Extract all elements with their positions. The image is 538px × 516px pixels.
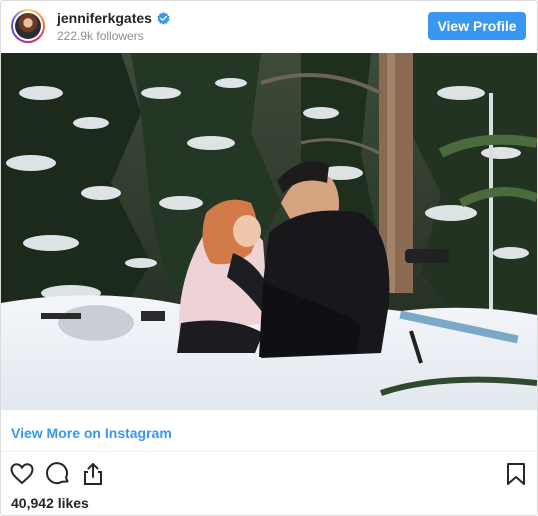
action-bar (1, 459, 537, 491)
post-image (1, 53, 537, 410)
username-row: jenniferkgates (57, 10, 170, 26)
heart-icon[interactable] (9, 461, 35, 487)
verified-badge-icon (157, 11, 170, 25)
instagram-embed: jenniferkgates 222.9k followers View Pro… (0, 0, 538, 516)
couple-in-snow-photo[interactable] (1, 53, 537, 410)
follower-count: 222.9k followers (57, 29, 144, 43)
comment-icon[interactable] (45, 461, 71, 487)
share-icon[interactable] (80, 461, 106, 487)
view-profile-button[interactable]: View Profile (428, 12, 526, 40)
avatar[interactable] (11, 9, 45, 43)
view-more-on-instagram-link[interactable]: View More on Instagram (11, 425, 172, 441)
post-header: jenniferkgates 222.9k followers View Pro… (1, 1, 537, 53)
like-count[interactable]: 40,942 likes (11, 495, 89, 511)
divider (1, 451, 537, 452)
bookmark-icon[interactable] (503, 461, 529, 487)
username[interactable]: jenniferkgates (57, 10, 152, 26)
avatar-image (15, 13, 41, 39)
